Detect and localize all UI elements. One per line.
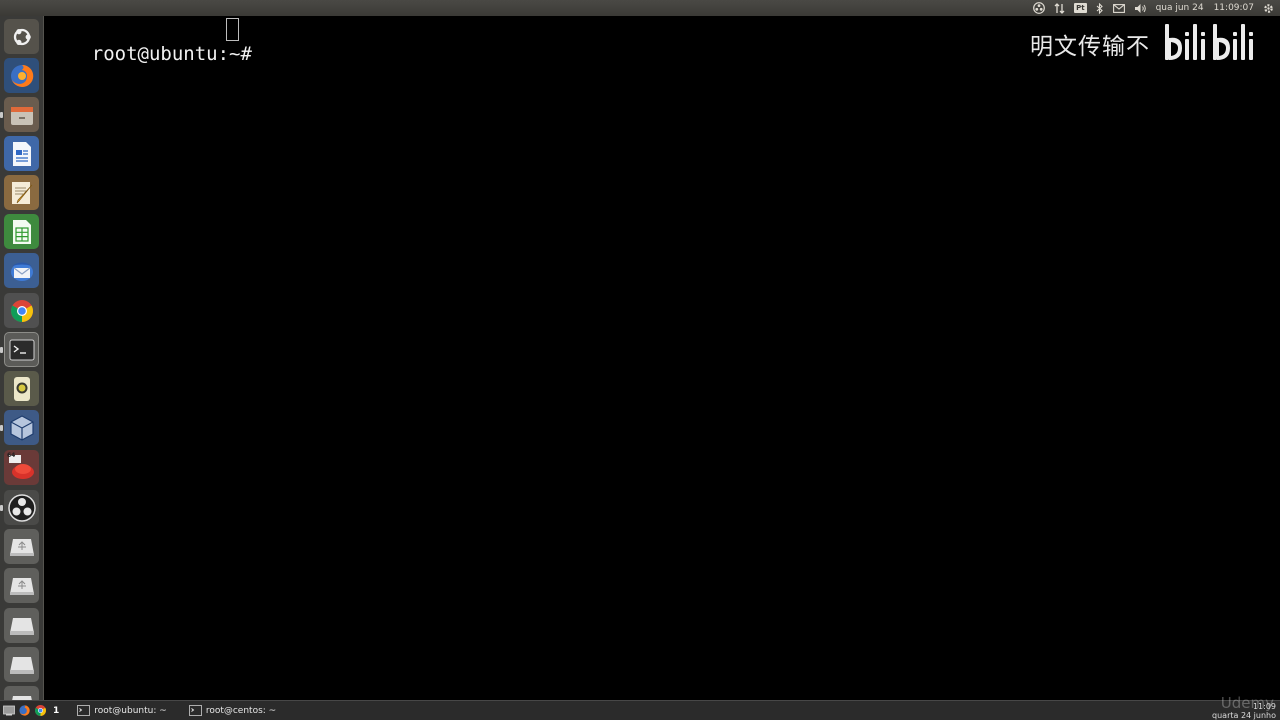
workspace-indicator[interactable]: 1 bbox=[53, 706, 59, 716]
running-indicator bbox=[0, 505, 3, 511]
top-panel: Pt qua jun 24 11:09:07 bbox=[0, 0, 1280, 16]
usb-drive-icon bbox=[9, 538, 34, 556]
gear-icon[interactable] bbox=[1263, 0, 1274, 16]
terminal-icon bbox=[9, 339, 34, 360]
thunderbird-icon bbox=[10, 262, 33, 281]
keyboard-layout-icon[interactable]: Pt bbox=[1074, 0, 1087, 16]
obs-studio-launcher[interactable] bbox=[4, 490, 39, 525]
running-indicator bbox=[0, 347, 3, 353]
writer-icon bbox=[12, 141, 31, 166]
task-label: root@centos: ~ bbox=[205, 705, 277, 716]
udemy-watermark: Udemy bbox=[1220, 694, 1274, 712]
clock-date: quarta 24 junho bbox=[1212, 711, 1276, 720]
drive-icon bbox=[11, 695, 32, 700]
terminal-icon bbox=[188, 705, 202, 716]
drive-launcher-3[interactable] bbox=[4, 686, 39, 700]
files-launcher[interactable] bbox=[4, 97, 39, 132]
chrome-launcher[interactable] bbox=[4, 293, 39, 328]
terminal-window[interactable]: root@ubuntu:~# bbox=[44, 16, 1280, 700]
watermark-text: 明文传输不 bbox=[1030, 34, 1150, 60]
bluetooth-icon[interactable] bbox=[1096, 0, 1104, 16]
keyboard-layout-label: Pt bbox=[1074, 3, 1087, 13]
volume-icon[interactable] bbox=[1134, 0, 1147, 16]
calc-icon bbox=[12, 219, 31, 244]
text-editor-icon bbox=[11, 181, 32, 204]
usb-drive-launcher-2[interactable] bbox=[4, 568, 39, 603]
running-indicator bbox=[0, 112, 3, 118]
text-editor-launcher[interactable] bbox=[4, 175, 39, 210]
terminal-cursor bbox=[226, 18, 239, 41]
camera-app-launcher[interactable] bbox=[4, 371, 39, 406]
chrome-icon[interactable] bbox=[34, 704, 47, 717]
usb-drive-icon bbox=[9, 577, 34, 595]
bilibili-logo bbox=[1162, 22, 1258, 66]
terminal-prompt-line[interactable]: root@ubuntu:~# bbox=[46, 18, 263, 114]
mail-icon[interactable] bbox=[1112, 0, 1125, 16]
app-64-badge: 64 bbox=[7, 452, 16, 459]
virtualbox-icon bbox=[9, 414, 34, 441]
firefox-launcher[interactable] bbox=[4, 58, 39, 93]
chrome-icon bbox=[10, 299, 33, 322]
usb-drive-launcher-1[interactable] bbox=[4, 529, 39, 564]
task-root-ubuntu[interactable]: root@ubuntu: ~ bbox=[73, 703, 171, 719]
drive-launcher-1[interactable] bbox=[4, 608, 39, 643]
firefox-icon bbox=[10, 64, 33, 87]
drive-launcher-2[interactable] bbox=[4, 647, 39, 682]
terminal-launcher[interactable] bbox=[4, 332, 39, 367]
panel-time[interactable]: 11:09:07 bbox=[1214, 0, 1254, 16]
drive-icon bbox=[9, 617, 34, 635]
terminal-prompt: root@ubuntu:~# bbox=[91, 43, 264, 65]
task-label: root@ubuntu: ~ bbox=[94, 705, 167, 716]
terminal-icon bbox=[77, 705, 91, 716]
task-root-centos[interactable]: root@centos: ~ bbox=[185, 703, 280, 719]
drive-icon bbox=[9, 656, 34, 674]
ubuntu-dash-button[interactable] bbox=[4, 19, 39, 54]
obs-indicator-icon[interactable] bbox=[1033, 0, 1045, 16]
writer-launcher[interactable] bbox=[4, 136, 39, 171]
bottom-panel: 1 root@ubuntu: ~ root@centos: ~ 11:09 qu… bbox=[0, 700, 1280, 720]
virtualbox-launcher[interactable] bbox=[4, 410, 39, 445]
camera-app-icon bbox=[13, 376, 30, 401]
running-indicator bbox=[0, 425, 3, 431]
ubuntu-dash-icon bbox=[13, 28, 31, 45]
watermark: 明文传输不 bbox=[1030, 22, 1258, 66]
firefox-icon[interactable] bbox=[18, 704, 31, 717]
show-desktop-icon[interactable] bbox=[3, 705, 15, 716]
thunderbird-launcher[interactable] bbox=[4, 253, 39, 288]
files-icon bbox=[10, 106, 33, 125]
obs-studio-icon bbox=[7, 493, 36, 522]
panel-date[interactable]: qua jun 24 bbox=[1156, 0, 1204, 16]
calc-launcher[interactable] bbox=[4, 214, 39, 249]
network-icon[interactable] bbox=[1054, 0, 1065, 16]
launcher: 64 bbox=[0, 16, 44, 700]
app-64-launcher[interactable]: 64 bbox=[4, 450, 39, 485]
